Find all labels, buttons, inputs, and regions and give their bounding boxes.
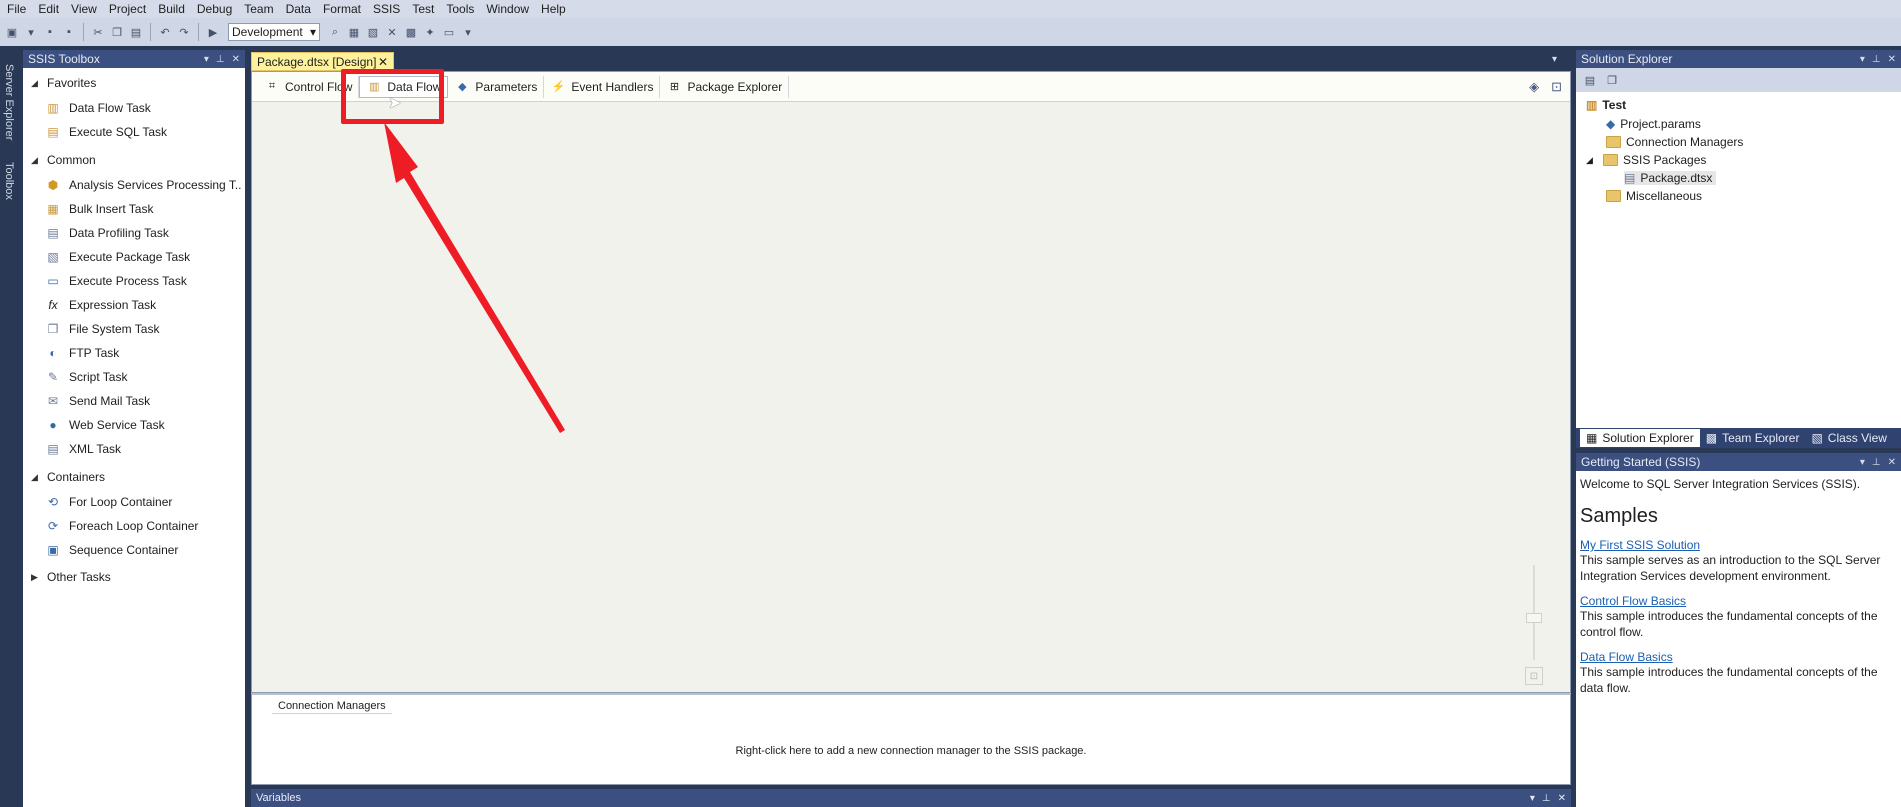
mouse-cursor-icon: ➤	[388, 95, 402, 112]
annotation-arrow	[384, 122, 565, 433]
annotation-arrow-shape	[384, 122, 565, 433]
